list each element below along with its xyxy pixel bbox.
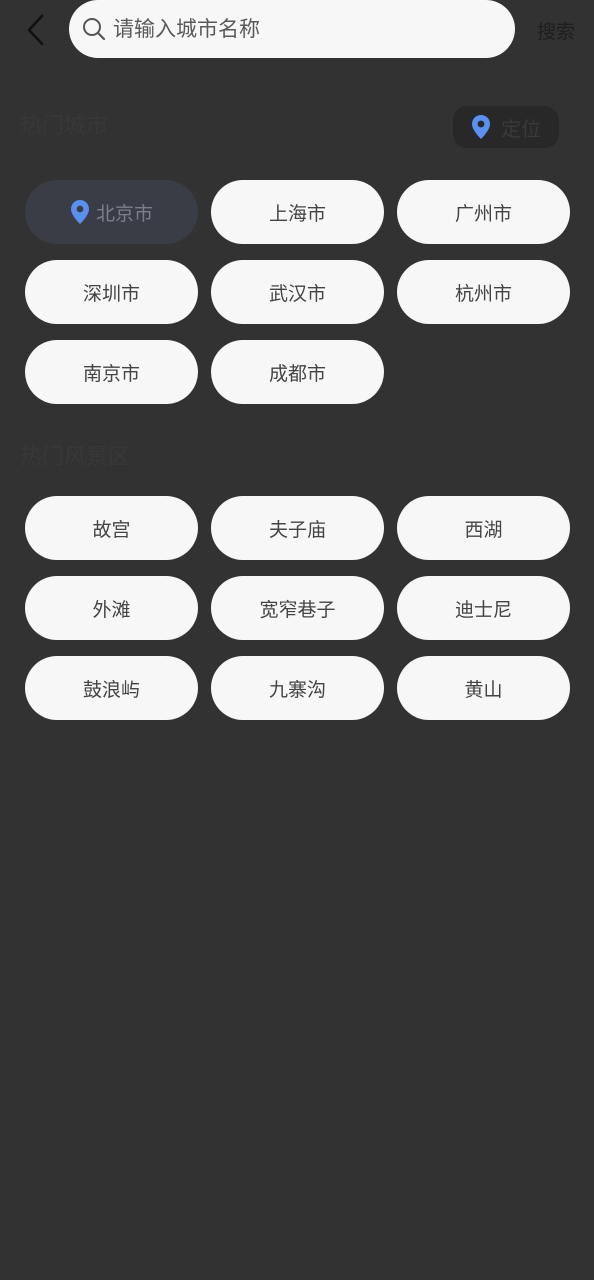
search-box[interactable] <box>69 0 515 58</box>
search-icon <box>81 16 107 42</box>
hot-scenic-title: 热门风景区 <box>20 445 131 470</box>
scenic-chip[interactable]: 宽窄巷子 <box>211 576 384 640</box>
search-button[interactable]: 搜索 <box>532 14 580 46</box>
scenic-chip[interactable]: 故宫 <box>25 496 198 560</box>
city-chip[interactable]: 深圳市 <box>25 260 198 324</box>
scenic-chip[interactable]: 黄山 <box>397 656 570 720</box>
locate-button[interactable]: 定位 <box>453 106 559 148</box>
chevron-left-icon <box>27 14 44 46</box>
search-input[interactable] <box>113 17 483 41</box>
locate-label: 定位 <box>501 116 541 141</box>
scenic-chip[interactable]: 鼓浪屿 <box>25 656 198 720</box>
city-chip[interactable]: 杭州市 <box>397 260 570 324</box>
city-chip-label: 北京市 <box>95 202 153 225</box>
top-bar: 搜索 <box>0 0 594 60</box>
scenic-chip[interactable]: 西湖 <box>397 496 570 560</box>
back-button[interactable] <box>18 11 52 49</box>
scenic-chip[interactable]: 夫子庙 <box>211 496 384 560</box>
scenic-chip[interactable]: 迪士尼 <box>397 576 570 640</box>
city-chip-current[interactable]: 北京市 <box>25 180 198 244</box>
scenic-chip[interactable]: 外滩 <box>25 576 198 640</box>
city-chip[interactable]: 南京市 <box>25 340 198 404</box>
hot-cities-title: 热门城市 <box>20 114 109 139</box>
location-pin-icon <box>70 199 90 225</box>
city-chip[interactable]: 成都市 <box>211 340 384 404</box>
hot-scenic-grid: 故宫 夫子庙 西湖 外滩 宽窄巷子 迪士尼 鼓浪屿 九寨沟 黄山 <box>25 496 570 720</box>
city-chip[interactable]: 广州市 <box>397 180 570 244</box>
scenic-chip[interactable]: 九寨沟 <box>211 656 384 720</box>
hot-cities-grid: 北京市 上海市 广州市 深圳市 武汉市 杭州市 南京市 成都市 <box>25 180 570 404</box>
city-chip[interactable]: 武汉市 <box>211 260 384 324</box>
location-pin-icon <box>472 115 490 139</box>
city-chip[interactable]: 上海市 <box>211 180 384 244</box>
